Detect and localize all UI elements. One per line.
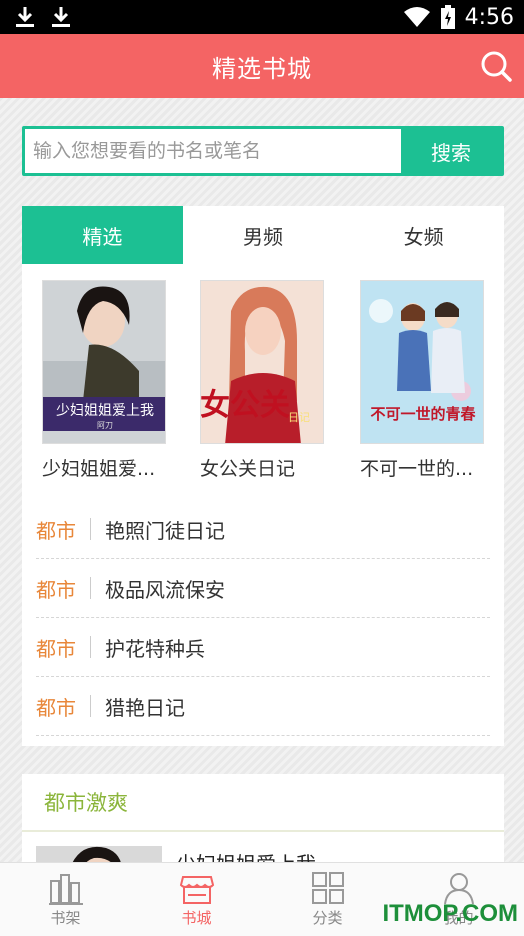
category-label: 都市 — [36, 695, 76, 720]
search-icon[interactable] — [478, 48, 514, 84]
section-title: 都市激爽 — [22, 774, 504, 832]
divider — [90, 695, 91, 717]
category-label: 都市 — [36, 518, 76, 543]
page-title: 精选书城 — [212, 54, 312, 83]
featured-books: 少妇姐姐爱上我 阿刀 少妇姐姐爱... 女公关 日记 女公关日记 不可一世的青春… — [22, 280, 504, 490]
divider — [90, 636, 91, 658]
list-item[interactable]: 都市 护花特种兵 — [36, 618, 490, 677]
search-input[interactable] — [25, 129, 401, 173]
store-icon — [179, 876, 214, 904]
tab-female[interactable]: 女频 — [343, 206, 505, 264]
cover-author: 阿刀 — [97, 421, 113, 430]
book-cover[interactable]: 不可一世的青春 — [360, 280, 484, 444]
book-title[interactable]: 艳照门徒日记 — [105, 515, 225, 544]
divider — [90, 577, 91, 599]
book-title[interactable]: 女公关日记 — [200, 454, 330, 481]
list-item[interactable]: 都市 艳照门徒日记 — [36, 500, 490, 559]
clock: 4:56 — [464, 4, 514, 30]
download-icon — [16, 7, 34, 27]
book-title[interactable]: 猎艳日记 — [105, 692, 185, 721]
cover-title: 不可一世的青春 — [370, 405, 475, 423]
book-title[interactable]: 极品风流保安 — [105, 574, 225, 603]
tab-male[interactable]: 男频 — [182, 206, 344, 264]
app-bar: 精选书城 — [0, 34, 524, 98]
tab-featured[interactable]: 精选 — [22, 206, 183, 264]
battery-charging-icon — [440, 5, 455, 29]
nav-store[interactable]: 书城 — [131, 863, 262, 936]
bookshelf-icon — [48, 874, 83, 905]
nav-label: 书架 — [50, 909, 81, 927]
book-card[interactable]: 不可一世的青春 不可一世的... — [360, 280, 490, 481]
category-label: 都市 — [36, 577, 76, 602]
search-button[interactable]: 搜索 — [401, 129, 501, 173]
book-cover[interactable]: 女公关 日记 — [200, 280, 324, 444]
book-cover[interactable]: 少妇姐姐爱上我 阿刀 — [42, 280, 166, 444]
download-icon — [52, 7, 70, 27]
list-item[interactable]: 都市 猎艳日记 — [36, 677, 490, 736]
search-bar: 搜索 — [22, 126, 504, 176]
category-section: 都市激爽 少妇姐姐爱上我 — [22, 774, 504, 886]
book-card[interactable]: 少妇姐姐爱上我 阿刀 少妇姐姐爱... — [42, 280, 172, 481]
cover-title: 少妇姐姐爱上我 — [56, 402, 154, 419]
featured-panel: 精选 男频 女频 少妇姐姐爱上我 阿刀 少妇姐姐爱... 女公关 日记 女公关日… — [22, 206, 505, 746]
watermark: ITMOP.COM — [382, 900, 518, 927]
cover-title: 女公关 — [201, 388, 290, 423]
cover-subtitle: 日记 — [288, 411, 310, 424]
tab-bar: 精选 男频 女频 — [22, 206, 505, 264]
nav-bookshelf[interactable]: 书架 — [0, 863, 131, 936]
category-label: 都市 — [36, 636, 76, 661]
nav-label: 分类 — [312, 909, 343, 927]
grid-icon — [311, 872, 344, 904]
list-item[interactable]: 都市 极品风流保安 — [36, 559, 490, 618]
book-title[interactable]: 少妇姐姐爱... — [42, 454, 172, 481]
status-bar: 4:56 — [0, 0, 524, 34]
book-list: 都市 艳照门徒日记 都市 极品风流保安 都市 护花特种兵 都市 猎艳日记 — [36, 500, 490, 736]
book-title[interactable]: 护花特种兵 — [105, 633, 205, 662]
book-title[interactable]: 不可一世的... — [360, 454, 490, 481]
book-card[interactable]: 女公关 日记 女公关日记 — [200, 280, 330, 481]
wifi-icon — [403, 7, 430, 27]
nav-category[interactable]: 分类 — [262, 863, 393, 936]
divider — [90, 518, 91, 540]
nav-label: 书城 — [181, 909, 212, 927]
